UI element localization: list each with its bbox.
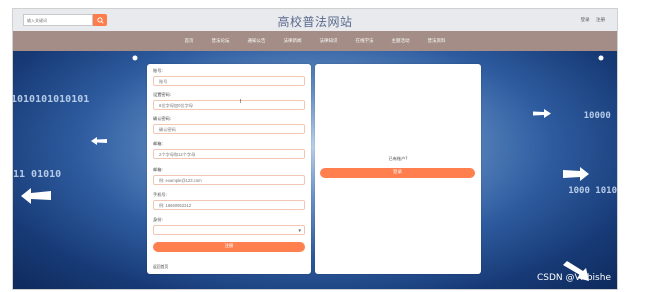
main-nav: 首页 普法论坛 通知公告 法律新闻 法律知识 在线学法 主题活动 普法资料	[13, 31, 617, 51]
email-input[interactable]	[153, 175, 305, 185]
nav-item-home[interactable]: 首页	[185, 38, 194, 44]
register-card: 账号: 设置密码: 确认密码: 邮箱: 邮箱: 手机号: 身份: ▾ 注册 返回…	[147, 64, 311, 274]
email-code-label: 邮箱:	[153, 141, 163, 146]
identity-label: 身份:	[153, 217, 163, 222]
binary-decoration: 1000 1010	[568, 186, 617, 196]
login-button[interactable]: 登录	[320, 168, 475, 178]
account-label: 账号:	[153, 68, 163, 73]
binary-decoration: 1010101010101	[13, 94, 90, 105]
register-link[interactable]: 注册	[596, 18, 605, 23]
password-input[interactable]	[153, 100, 305, 110]
arrow-left-icon	[91, 137, 107, 145]
chevron-down-icon: ▾	[298, 228, 301, 234]
confirm-password-input[interactable]	[153, 124, 305, 134]
light-dot-icon	[598, 55, 604, 61]
binary-decoration: 11 01010	[13, 169, 62, 180]
email-label: 邮箱:	[153, 167, 163, 172]
user-links: 登录 注册	[576, 17, 605, 23]
nav-item-news[interactable]: 法律新闻	[284, 38, 302, 44]
nav-item-knowledge[interactable]: 法律知识	[320, 38, 338, 44]
login-card: 已有账户? 登录	[315, 64, 481, 274]
phone-input[interactable]	[153, 200, 305, 210]
nav-item-online-study[interactable]: 在线学法	[356, 38, 374, 44]
confirm-password-label: 确认密码:	[153, 116, 172, 121]
password-label: 设置密码:	[153, 92, 172, 97]
login-link[interactable]: 登录	[581, 18, 590, 23]
watermark: CSDN @VXbishe	[537, 273, 611, 283]
binary-decoration: 10000 10	[583, 111, 617, 121]
email-code-input[interactable]	[153, 149, 305, 159]
nav-item-activities[interactable]: 主题活动	[392, 38, 410, 44]
hero-background: 1010101010101 11 01010 10000 10 1000 101…	[13, 51, 617, 289]
light-dot-icon	[132, 55, 138, 61]
site-title: 高校普法网站	[277, 15, 353, 29]
nav-item-forum[interactable]: 普法论坛	[212, 38, 230, 44]
nav-item-notices[interactable]: 通知公告	[248, 38, 266, 44]
arrow-right-icon	[533, 109, 551, 118]
arrow-left-icon	[21, 188, 51, 204]
have-account-text: 已有账户?	[388, 156, 408, 161]
phone-label: 手机号:	[153, 192, 167, 197]
top-bar: 高校普法网站 登录 注册	[13, 9, 617, 31]
account-input[interactable]	[153, 76, 305, 86]
nav-item-materials[interactable]: 普法资料	[428, 38, 446, 44]
arrow-right-icon	[563, 167, 589, 181]
identity-select[interactable]: ▾	[153, 225, 305, 235]
register-button[interactable]: 注册	[153, 242, 305, 252]
text-cursor-icon: I	[240, 99, 242, 105]
app-frame: 高校普法网站 登录 注册 首页 普法论坛 通知公告 法律新闻 法律知识 在线学法…	[12, 8, 618, 290]
back-home-link[interactable]: 返回首页	[153, 264, 168, 270]
